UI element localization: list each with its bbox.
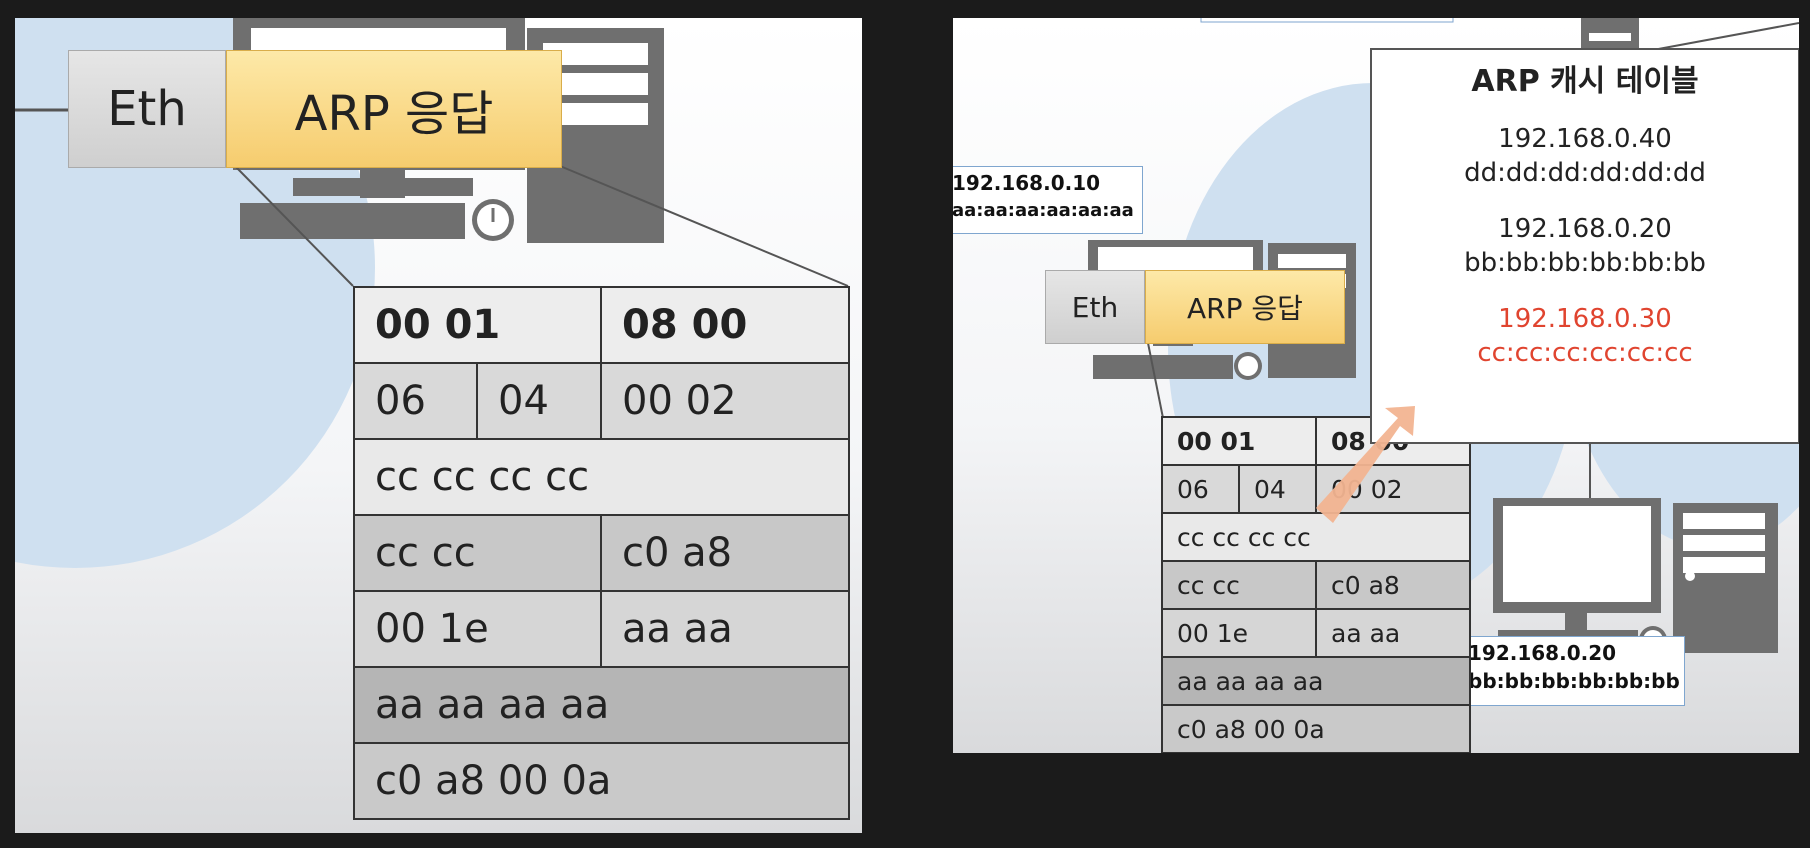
- packet-cell: 00 1e: [352, 590, 603, 668]
- packet-cell: cc cc cc cc: [1160, 512, 1472, 562]
- top-address-box: [1200, 18, 1454, 23]
- cache-entry-ip: 192.168.0.30: [1498, 304, 1672, 334]
- cache-entry-mac: bb:bb:bb:bb:bb:bb: [1464, 248, 1706, 278]
- zoomed-arp-reply-panel: Eth ARP 응답 00 01 08 00 06 04 00 02 cc cc…: [15, 18, 862, 833]
- cache-entry-mac: dd:dd:dd:dd:dd:dd: [1464, 158, 1706, 188]
- packet-row: c0 a8 00 0a: [352, 742, 851, 820]
- cache-entry-ip: 192.168.0.20: [1498, 214, 1672, 244]
- cache-entry-new: 192.168.0.30 cc:cc:cc:cc:cc:cc: [1372, 302, 1798, 370]
- packet-cell: c0 a8: [600, 514, 851, 592]
- arp-cache-table: ARP 캐시 테이블 192.168.0.40 dd:dd:dd:dd:dd:d…: [1370, 48, 1799, 444]
- cache-entry-ip: 192.168.0.40: [1498, 124, 1672, 154]
- packet-cell: 04: [475, 362, 603, 440]
- packet-cell: 00 1e: [1160, 608, 1318, 658]
- packet-cell: c0 a8: [1315, 560, 1472, 610]
- packet-cell: 00 01: [1160, 416, 1318, 466]
- packet-row: cc cc c0 a8: [1160, 560, 1472, 610]
- computer-icon: [1493, 498, 1778, 654]
- packet-row: c0 a8 00 0a: [1160, 704, 1472, 753]
- cache-entry: 192.168.0.40 dd:dd:dd:dd:dd:dd: [1372, 122, 1798, 190]
- packet-cell: aa aa: [600, 590, 851, 668]
- packet-row: 00 1e aa aa: [1160, 608, 1472, 658]
- packet-cell: 08 00: [600, 286, 851, 364]
- host-b-ip: 192.168.0.20: [1468, 641, 1617, 665]
- packet-cell: 06: [1161, 464, 1240, 514]
- arp-reply-box: ARP 응답: [226, 50, 562, 168]
- packet-row: 00 01 08 00: [352, 286, 851, 364]
- host-a-mac: aa:aa:aa:aa:aa:aa: [953, 200, 1134, 221]
- arp-cache-update-panel: 192.168.0.10 aa:aa:aa:aa:aa:aa 192.168.0…: [953, 18, 1799, 753]
- packet-cell: 00 01: [352, 286, 603, 364]
- packet-cell: c0 a8 00 0a: [352, 742, 851, 820]
- packet-row: aa aa aa aa: [352, 666, 851, 744]
- packet-cell: 04: [1237, 464, 1318, 514]
- packet-row: 06 04 00 02: [1161, 464, 1472, 514]
- packet-cell: aa aa aa aa: [352, 666, 851, 744]
- packet-cell: cc cc: [1160, 560, 1318, 610]
- eth-header-box: Eth: [68, 50, 226, 168]
- packet-cell: aa aa: [1315, 608, 1472, 658]
- eth-label: Eth: [107, 81, 187, 137]
- host-b-mac: bb:bb:bb:bb:bb:bb: [1468, 669, 1680, 693]
- cache-table-title: ARP 캐시 테이블: [1471, 64, 1699, 99]
- packet-row: 00 1e aa aa: [352, 590, 851, 668]
- packet-row: cc cc c0 a8: [352, 514, 851, 592]
- eth-header-box: Eth: [1045, 270, 1145, 344]
- packet-cell: 00 02: [1315, 464, 1472, 514]
- packet-row: aa aa aa aa: [1160, 656, 1472, 706]
- packet-cell: 06: [353, 362, 478, 440]
- cache-entry: 192.168.0.20 bb:bb:bb:bb:bb:bb: [1372, 212, 1798, 280]
- arp-reply-box: ARP 응답: [1145, 270, 1345, 344]
- packet-row: cc cc cc cc: [1160, 512, 1472, 562]
- packet-cell: cc cc cc cc: [352, 438, 851, 516]
- packet-cell: cc cc: [352, 514, 603, 592]
- arp-label: ARP 응답: [294, 86, 494, 142]
- cache-entry-mac: cc:cc:cc:cc:cc:cc: [1477, 338, 1693, 368]
- packet-cell: 00 02: [600, 362, 851, 440]
- packet-row: 06 04 00 02: [353, 362, 851, 440]
- arp-label: ARP 응답: [1187, 292, 1303, 325]
- zoom-line: [1652, 22, 1799, 51]
- arp-packet-table: 00 01 08 00 06 04 00 02 cc cc cc cc cc c…: [352, 286, 851, 820]
- packet-cell: c0 a8 00 0a: [1160, 704, 1472, 753]
- host-a-ip: 192.168.0.10: [953, 171, 1101, 195]
- host-b-address-label: 192.168.0.20 bb:bb:bb:bb:bb:bb: [1467, 636, 1685, 706]
- host-a-address-label: 192.168.0.10 aa:aa:aa:aa:aa:aa: [953, 166, 1143, 234]
- arp-packet-table: 00 01 08 00 06 04 00 02 cc cc cc cc cc c…: [1160, 416, 1472, 753]
- packet-cell: aa aa aa aa: [1160, 656, 1472, 706]
- switch-icon: [1581, 18, 1639, 48]
- zoom-line: [1147, 342, 1164, 419]
- eth-label: Eth: [1071, 290, 1119, 324]
- packet-row: cc cc cc cc: [352, 438, 851, 516]
